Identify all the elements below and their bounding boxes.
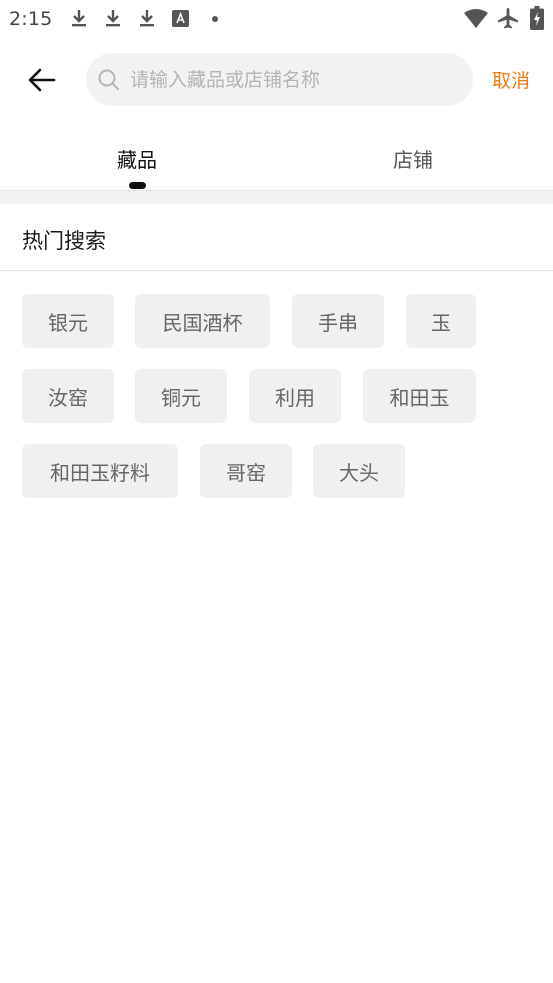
back-button[interactable] [22, 60, 62, 100]
hot-search-tag[interactable]: 民国酒杯 [135, 294, 270, 348]
hot-search-tag[interactable]: 银元 [22, 294, 114, 348]
active-tab-indicator [129, 182, 146, 189]
text-a-icon [172, 10, 189, 27]
search-header: 取消 [0, 38, 553, 122]
hot-search-tag[interactable]: 哥窑 [200, 444, 292, 498]
airplane-mode-icon [498, 8, 518, 29]
download-icon [72, 10, 86, 27]
dot-icon [212, 16, 218, 22]
download-icon [106, 10, 120, 27]
battery-charging-icon [530, 6, 544, 30]
search-input[interactable] [130, 53, 460, 106]
status-bar: 2:15 [0, 0, 553, 38]
search-icon [98, 69, 119, 90]
arrow-left-icon [28, 68, 56, 92]
tab-shops[interactable]: 店铺 [393, 144, 433, 173]
hot-search-title: 热门搜索 [22, 229, 106, 253]
hot-search-tag[interactable]: 汝窑 [22, 369, 114, 423]
wifi-icon [464, 9, 488, 28]
download-icon [140, 10, 154, 27]
search-box[interactable] [86, 53, 473, 106]
hot-search-tag[interactable]: 利用 [249, 369, 341, 423]
status-time: 2:15 [9, 8, 53, 30]
hot-search-tag[interactable]: 大头 [313, 444, 405, 498]
hot-search-header: 热门搜索 [0, 204, 553, 271]
section-divider [0, 190, 553, 204]
hot-search-tag[interactable]: 和田玉籽料 [22, 444, 178, 498]
tab-collections[interactable]: 藏品 [117, 144, 157, 173]
cancel-button[interactable]: 取消 [492, 66, 530, 93]
hot-search-tag[interactable]: 和田玉 [363, 369, 476, 423]
tab-bar: 藏品 店铺 [0, 122, 553, 192]
hot-search-tag[interactable]: 铜元 [135, 369, 227, 423]
hot-search-tag[interactable]: 玉 [406, 294, 476, 348]
hot-search-tag[interactable]: 手串 [292, 294, 384, 348]
